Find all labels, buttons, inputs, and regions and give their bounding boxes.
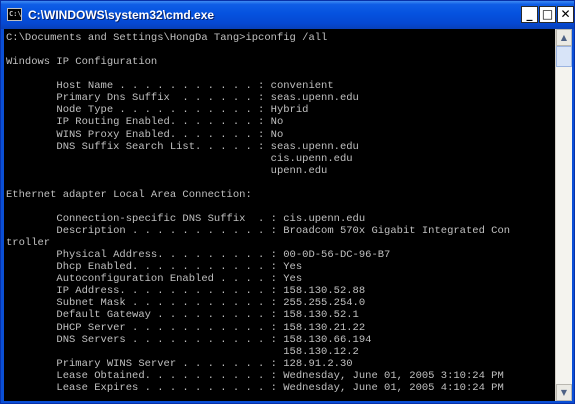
maximize-button[interactable]: □ bbox=[539, 6, 556, 23]
console-line: Connection-specific DNS Suffix . : cis.u… bbox=[6, 212, 366, 225]
console-line: WINS Proxy Enabled. . . . . . . : No bbox=[6, 128, 284, 141]
console-line: Windows IP Configuration bbox=[6, 56, 158, 69]
cmd-window: C:\ C:\WINDOWS\system32\cmd.exe _ □ ✕ C:… bbox=[0, 0, 575, 404]
console-line: Primary Dns Suffix . . . . . . : seas.up… bbox=[6, 92, 359, 105]
console-output[interactable]: C:\Documents and Settings\HongDa Tang>ip… bbox=[4, 29, 555, 401]
title-bar[interactable]: C:\ C:\WINDOWS\system32\cmd.exe _ □ ✕ bbox=[1, 1, 574, 29]
console-line: Physical Address. . . . . . . . . : 00-0… bbox=[6, 249, 391, 262]
console-line: Primary WINS Server . . . . . . . : 128.… bbox=[6, 357, 353, 370]
scroll-down-button[interactable]: ▼ bbox=[556, 384, 572, 401]
console-line: DNS Suffix Search List. . . . . : seas.u… bbox=[6, 140, 359, 153]
window-title: C:\WINDOWS\system32\cmd.exe bbox=[28, 8, 215, 22]
console-line: troller bbox=[6, 237, 51, 250]
console-line: C:\Documents and Settings\HongDa Tang>ip… bbox=[6, 32, 328, 44]
console-line: Subnet Mask . . . . . . . . . . . : 255.… bbox=[6, 297, 366, 310]
console-line: Default Gateway . . . . . . . . . : 158.… bbox=[6, 309, 359, 322]
console-line: upenn.edu bbox=[6, 164, 328, 177]
console-line: Description . . . . . . . . . . . : Broa… bbox=[6, 225, 511, 237]
console-line: IP Address. . . . . . . . . . . . : 158.… bbox=[6, 285, 366, 298]
console-line: Host Name . . . . . . . . . . . : conven… bbox=[6, 80, 334, 93]
console-line: cis.upenn.edu bbox=[6, 152, 353, 165]
console-line: Lease Obtained. . . . . . . . . . : Wedn… bbox=[6, 369, 504, 382]
console-line: 158.130.12.2 bbox=[6, 345, 359, 358]
console-text: C:\Documents and Settings\HongDa Tang>ip… bbox=[4, 29, 555, 401]
console-line: DNS Servers . . . . . . . . . . . : 158.… bbox=[6, 333, 372, 346]
scroll-thumb[interactable] bbox=[556, 46, 572, 67]
console-line: Lease Expires . . . . . . . . . . : Wedn… bbox=[6, 381, 504, 394]
cmd-app-icon[interactable]: C:\ bbox=[7, 8, 22, 21]
minimize-button[interactable]: _ bbox=[521, 6, 538, 23]
scroll-up-button[interactable]: ▲ bbox=[556, 29, 572, 46]
console-line: DHCP Server . . . . . . . . . . . : 158.… bbox=[6, 321, 366, 334]
console-line: Dhcp Enabled. . . . . . . . . . . : Yes bbox=[6, 261, 303, 274]
console-line: Node Type . . . . . . . . . . . : Hybrid bbox=[6, 104, 309, 117]
console-line: Autoconfiguration Enabled . . . . : Yes bbox=[6, 273, 303, 286]
close-button[interactable]: ✕ bbox=[557, 6, 574, 23]
console-line: Ethernet adapter Local Area Connection: bbox=[6, 188, 252, 201]
console-line: IP Routing Enabled. . . . . . . : No bbox=[6, 116, 284, 129]
vertical-scrollbar[interactable]: ▲ ▼ bbox=[555, 29, 572, 401]
